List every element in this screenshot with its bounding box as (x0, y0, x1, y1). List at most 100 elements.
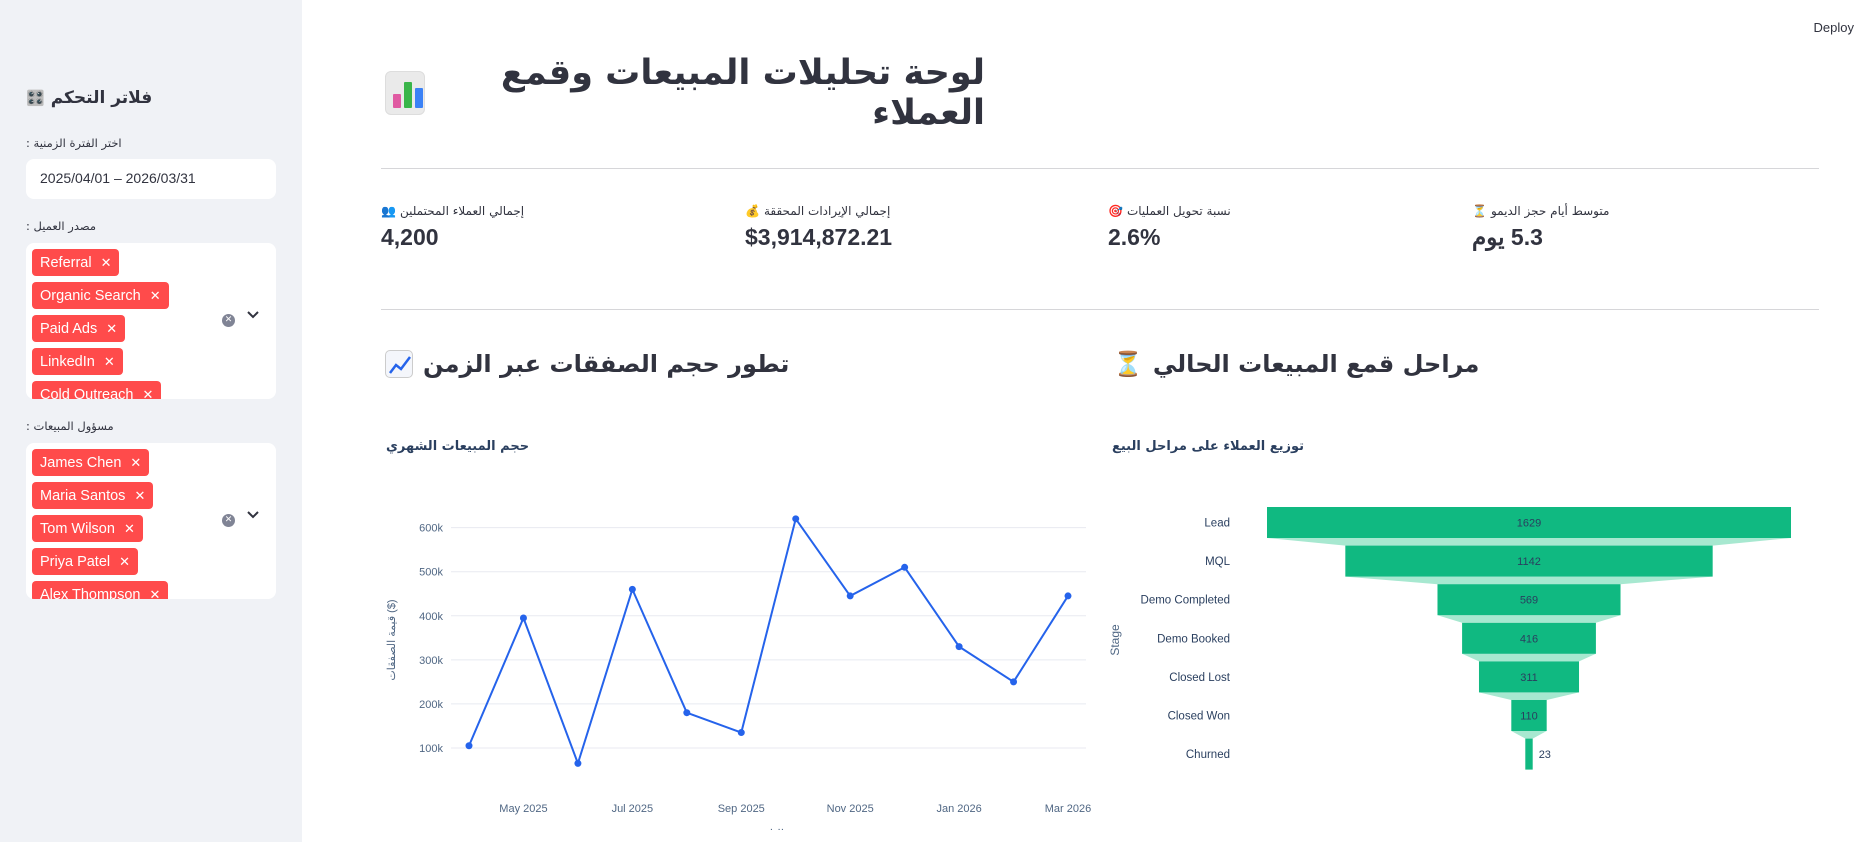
funnel-connector (1345, 576, 1713, 585)
clear-icon[interactable]: ✕ (222, 514, 235, 527)
metric-value: 5.3 يوم (1472, 224, 1543, 250)
funnel-stage-label: Demo Completed (1141, 595, 1230, 607)
target-icon: 🎯 (1108, 204, 1123, 218)
source-label: مصدر العميل : (26, 219, 96, 233)
chevron-down-icon[interactable] (246, 509, 260, 524)
filter-tag[interactable]: LinkedIn ✕ (32, 348, 123, 375)
funnel-stage-label: MQL (1205, 556, 1231, 568)
date-range-input[interactable]: 2025/04/01 – 2026/03/31 (26, 159, 276, 199)
funnel-connector (1478, 692, 1580, 700)
funnel-connector (1267, 538, 1791, 546)
trend-chart-icon (385, 350, 413, 378)
hourglass-icon: ⏳ (1113, 350, 1143, 378)
line-chart[interactable]: 100k 200k 300k 400k 500k 600k May 2025 Jul 2025… (381, 470, 1101, 830)
x-axis-label: التاريخ (753, 827, 784, 830)
y-axis-label: Stage (1108, 624, 1122, 656)
remove-tag-icon[interactable]: ✕ (104, 354, 115, 370)
data-point (1010, 678, 1018, 686)
data-point (1064, 592, 1072, 600)
filter-tag-label: Paid Ads (40, 320, 98, 337)
remove-tag-icon[interactable]: ✕ (130, 455, 141, 471)
filter-tag-label: Priya Patel (40, 553, 111, 570)
remove-tag-icon[interactable]: ✕ (149, 587, 160, 600)
remove-tag-icon[interactable]: ✕ (124, 521, 135, 537)
data-point (846, 592, 854, 600)
filter-tag[interactable]: Cold Outreach ✕ (32, 381, 162, 400)
sales-rep-multiselect[interactable]: James Chen ✕ Maria Santos ✕ Tom Wilson ✕ Priya… (26, 443, 276, 599)
funnel-connector (1437, 615, 1621, 623)
people-icon: 👥 (381, 204, 396, 218)
filter-tag-label: Alex Thompson (40, 586, 141, 600)
funnel-value-label: 569 (1520, 595, 1538, 607)
series-line (468, 516, 1069, 767)
filter-tag[interactable]: Maria Santos ✕ (32, 482, 154, 509)
top-divider (381, 168, 1819, 169)
funnel-connector (1462, 653, 1596, 662)
filter-tag-label: LinkedIn (40, 353, 95, 370)
chevron-down-icon[interactable] (246, 309, 260, 324)
metric-label: نسبة تحويل العمليات (1126, 204, 1231, 218)
x-tick-label: May 2025 (499, 803, 547, 815)
funnel-value-label: 23 (1539, 749, 1551, 761)
filter-tag[interactable]: Paid Ads ✕ (32, 315, 126, 342)
money-bag-icon: 💰 (745, 204, 760, 218)
x-tick-label: Mar 2026 (1045, 803, 1091, 815)
funnel-chart[interactable]: 1629 Lead 1142 MQL 569 Demo Completed 416 Demo … (1105, 470, 1805, 800)
filter-tag[interactable]: Alex Thompson ✕ (32, 581, 169, 600)
filter-tag-label: Organic Search (40, 287, 141, 304)
data-point (465, 742, 473, 750)
date-range-label: اختر الفترة الزمنية : (26, 136, 122, 150)
sidebar: 🎛️ فلاتر التحكم اختر الفترة الزمنية : 20… (0, 0, 302, 842)
control-knobs-icon: 🎛️ (26, 89, 45, 107)
clear-icon[interactable]: ✕ (222, 314, 235, 327)
remove-tag-icon[interactable]: ✕ (101, 255, 112, 271)
remove-tag-icon[interactable]: ✕ (150, 288, 161, 304)
x-tick-label: Jul 2025 (612, 803, 654, 815)
filter-tag[interactable]: Priya Patel ✕ (32, 548, 139, 575)
deal-trend-section-title: تطور حجم الصفقات عبر الزمن (385, 350, 789, 378)
metric-label: إجمالي العملاء المحتملين (399, 204, 525, 218)
filter-tag-label: Tom Wilson (40, 520, 115, 537)
metric-avg-demo-days: متوسط أيام حجز الديمو ⏳ 5.3 يوم (1472, 204, 1772, 251)
metric-value: $3,914,872.21 (745, 224, 893, 250)
line-chart-title: حجم المبيعات الشهري (386, 439, 530, 454)
metric-value: 4,200 (381, 224, 439, 250)
data-point (901, 563, 909, 571)
section-title-text: مراحل قمع المبيعات الحالي (1152, 350, 1480, 378)
funnel-value-label: 416 (1520, 633, 1538, 645)
sidebar-title-text: فلاتر التحكم (50, 88, 153, 108)
deploy-button[interactable]: Deploy (1814, 20, 1854, 35)
remove-tag-icon[interactable]: ✕ (119, 554, 130, 570)
filter-tag-label: James Chen (40, 454, 122, 471)
remove-tag-icon[interactable]: ✕ (134, 488, 145, 504)
remove-tag-icon[interactable]: ✕ (143, 387, 154, 400)
filter-tag[interactable]: Referral ✕ (32, 249, 120, 276)
metric-total-leads: إجمالي العملاء المحتملين 👥 4,200 (381, 204, 681, 251)
y-tick-label: 200k (419, 699, 443, 711)
page-title-text: لوحة تحليلات المبيعات وقمع العملاء (500, 53, 985, 133)
filter-tag[interactable]: Organic Search ✕ (32, 282, 169, 309)
filter-tag[interactable]: James Chen ✕ (32, 449, 150, 476)
funnel-value-label: 1142 (1517, 556, 1541, 568)
x-tick-label: Nov 2025 (827, 803, 874, 815)
funnel-section-title: ⏳ مراحل قمع المبيعات الحالي (1113, 350, 1479, 378)
y-tick-label: 300k (419, 655, 443, 667)
metric-total-revenue: إجمالي الإيرادات المحققة 💰 $3,914,872.21 (745, 204, 1045, 251)
funnel-value-label: 311 (1520, 672, 1538, 684)
remove-tag-icon[interactable]: ✕ (106, 321, 117, 337)
filter-tag-label: Referral (40, 254, 92, 271)
data-point (628, 585, 636, 593)
funnel-value-label: 1629 (1517, 518, 1541, 530)
funnel-stage-label: Lead (1204, 518, 1230, 530)
source-tags: Referral ✕ Organic Search ✕ Paid Ads ✕ LinkedI… (32, 249, 202, 399)
section-title-text: تطور حجم الصفقات عبر الزمن (423, 350, 790, 378)
funnel-stage-label: Churned (1186, 749, 1230, 761)
y-tick-label: 100k (419, 743, 443, 755)
funnel-chart-title: توزيع العملاء على مراحل البيع (1112, 439, 1305, 454)
sidebar-title: 🎛️ فلاتر التحكم (26, 88, 152, 108)
source-multiselect[interactable]: Referral ✕ Organic Search ✕ Paid Ads ✕ LinkedI… (26, 243, 276, 399)
data-point (574, 759, 582, 767)
funnel-connector (1511, 731, 1547, 739)
funnel-stage-label: Demo Booked (1157, 633, 1230, 645)
filter-tag[interactable]: Tom Wilson ✕ (32, 515, 143, 542)
